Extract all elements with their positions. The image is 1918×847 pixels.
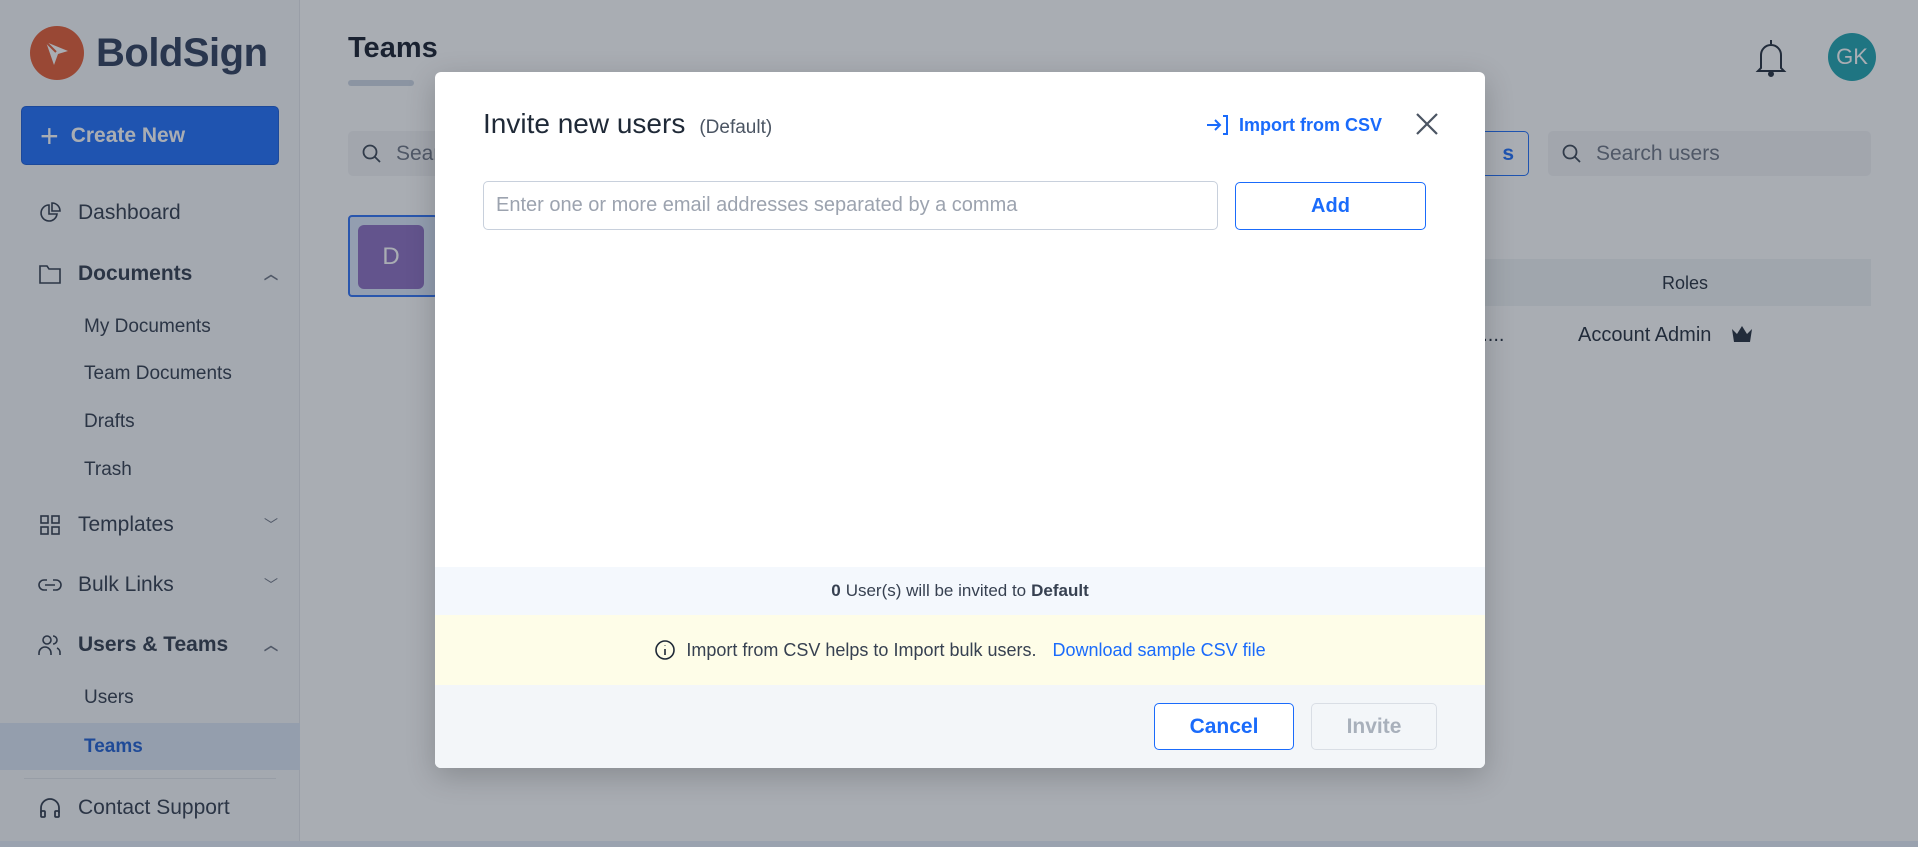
info-icon bbox=[655, 640, 676, 660]
dialog-title-text: Invite new users bbox=[483, 108, 686, 139]
import-label: Import from CSV bbox=[1239, 114, 1383, 135]
info-text: Import from CSV helps to Import bulk use… bbox=[686, 639, 1037, 660]
invite-count-text: User(s) will be invited to bbox=[845, 581, 1027, 600]
invite-count-summary: 0 User(s) will be invited to Default bbox=[435, 567, 1485, 615]
invite-users-dialog: Invite new users (Default) Import from CS… bbox=[435, 72, 1485, 768]
dialog-title: Invite new users (Default) bbox=[483, 108, 772, 140]
invite-count: 0 bbox=[831, 581, 841, 600]
cancel-button[interactable]: Cancel bbox=[1154, 703, 1294, 750]
import-icon bbox=[1207, 115, 1228, 135]
add-button[interactable]: Add bbox=[1235, 182, 1426, 230]
team-name: Default bbox=[1031, 581, 1089, 600]
dialog-subtitle: (Default) bbox=[699, 117, 773, 138]
import-from-csv-button[interactable]: Import from CSV bbox=[1205, 114, 1382, 136]
csv-info-banner: Import from CSV helps to Import bulk use… bbox=[435, 615, 1485, 685]
close-icon[interactable] bbox=[1413, 110, 1443, 140]
download-sample-csv-link[interactable]: Download sample CSV file bbox=[1053, 640, 1266, 661]
email-input[interactable] bbox=[483, 181, 1218, 230]
invite-button[interactable]: Invite bbox=[1311, 703, 1437, 750]
dialog-footer: Cancel Invite bbox=[435, 685, 1485, 768]
